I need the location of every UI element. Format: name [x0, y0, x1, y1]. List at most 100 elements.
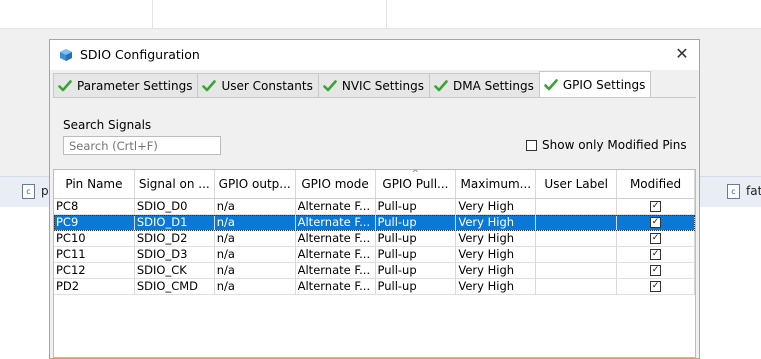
tab-label: DMA Settings [452, 78, 534, 93]
table-row[interactable]: PC8 SDIO_D0 n/a Alternate F... Pull-up V… [54, 199, 695, 215]
background-file-tab[interactable]: c fatfs [727, 183, 761, 199]
modified-checkbox-checked: ✓ [650, 217, 662, 228]
column-header-modified[interactable]: Modified [617, 170, 695, 198]
c-file-icon: c [727, 183, 740, 199]
gpio-settings-panel: Search Signals Show only Modified Pins P… [53, 97, 696, 358]
green-check-icon [434, 79, 448, 91]
green-check-icon [544, 78, 558, 90]
table-row-selected[interactable]: PC9 SDIO_D1 n/a Alternate F... Pull-up V… [54, 215, 695, 231]
cell-gpio-output: n/a [214, 215, 296, 231]
cell-user-label[interactable] [536, 247, 618, 263]
cell-gpio-pull: Pull-up [375, 231, 457, 247]
table-header: Pin Name Signal on ... GPIO outp... GPIO… [54, 170, 695, 199]
cell-modified: ✓ [617, 231, 695, 247]
cell-gpio-mode: Alternate F... [295, 263, 376, 279]
cell-gpio-output: n/a [214, 247, 296, 263]
cell-pin-name: PC8 [54, 199, 135, 215]
cube-icon [60, 49, 72, 61]
cell-gpio-pull: Pull-up [375, 215, 457, 231]
cell-user-label[interactable] [536, 199, 618, 215]
cell-gpio-mode: Alternate F... [295, 199, 376, 215]
cell-signal: SDIO_CK [134, 263, 215, 279]
cell-gpio-pull: Pull-up [375, 247, 457, 263]
tab-gpio-settings[interactable]: GPIO Settings [538, 71, 652, 97]
tab-label: GPIO Settings [562, 77, 646, 92]
cell-maximum: Very High [456, 263, 537, 279]
cell-pin-name: PC9 [54, 215, 135, 231]
modified-checkbox-checked: ✓ [650, 265, 662, 276]
c-file-icon: c [22, 183, 35, 199]
cell-user-label[interactable] [536, 279, 618, 295]
column-header-gpio-pull[interactable]: ^ GPIO Pull... [376, 170, 457, 198]
cell-user-label[interactable] [536, 215, 618, 231]
table-row[interactable]: PC12 SDIO_CK n/a Alternate F... Pull-up … [54, 263, 695, 279]
background-divider [152, 0, 153, 28]
cell-maximum: Very High [456, 279, 537, 295]
cell-maximum: Very High [456, 247, 537, 263]
cell-gpio-mode: Alternate F... [295, 247, 376, 263]
cell-modified: ✓ [617, 279, 695, 295]
cell-maximum: Very High [456, 215, 537, 231]
cell-maximum: Very High [456, 199, 537, 215]
cell-gpio-pull: Pull-up [375, 263, 457, 279]
cell-signal: SDIO_D3 [134, 247, 215, 263]
cell-modified: ✓ [617, 247, 695, 263]
cell-signal: SDIO_D1 [134, 215, 215, 231]
cell-gpio-output: n/a [214, 199, 296, 215]
search-signals-label: Search Signals [63, 118, 152, 132]
show-modified-label: Show only Modified Pins [542, 138, 687, 152]
cell-gpio-output: n/a [214, 279, 296, 295]
tab-label: User Constants [221, 78, 313, 93]
cell-modified: ✓ [617, 263, 695, 279]
column-header-maximum[interactable]: Maximum... [456, 170, 537, 198]
tab-user-constants[interactable]: User Constants [197, 73, 319, 97]
cell-pin-name: PD2 [54, 279, 135, 295]
column-header-pin-name[interactable]: Pin Name [54, 170, 135, 198]
cell-user-label[interactable] [536, 231, 618, 247]
table-row[interactable]: PC10 SDIO_D2 n/a Alternate F... Pull-up … [54, 231, 695, 247]
cell-gpio-output: n/a [214, 263, 296, 279]
column-header-gpio-output[interactable]: GPIO outp... [215, 170, 296, 198]
checkbox-box[interactable] [526, 139, 537, 151]
cell-signal: SDIO_D2 [134, 231, 215, 247]
green-check-icon [323, 79, 337, 91]
cell-gpio-pull: Pull-up [375, 199, 457, 215]
search-signals-input[interactable] [63, 136, 221, 155]
table-row[interactable]: PD2 SDIO_CMD n/a Alternate F... Pull-up … [54, 279, 695, 295]
modified-checkbox-checked: ✓ [650, 281, 662, 292]
cell-user-label[interactable] [536, 263, 618, 279]
background-divider [386, 0, 387, 28]
tab-parameter-settings[interactable]: Parameter Settings [53, 73, 199, 97]
modified-checkbox-checked: ✓ [650, 201, 662, 212]
tab-dma-settings[interactable]: DMA Settings [428, 73, 540, 97]
cell-signal: SDIO_D0 [134, 199, 215, 215]
tab-label: NVIC Settings [341, 78, 424, 93]
gpio-pin-table: Pin Name Signal on ... GPIO outp... GPIO… [53, 169, 696, 358]
column-header-user-label[interactable]: User Label [536, 170, 618, 198]
close-icon[interactable]: ✕ [673, 45, 691, 63]
cell-gpio-mode: Alternate F... [295, 215, 376, 231]
table-row[interactable]: PC11 SDIO_D3 n/a Alternate F... Pull-up … [54, 247, 695, 263]
modified-checkbox-checked: ✓ [650, 233, 662, 244]
cell-modified: ✓ [617, 215, 695, 231]
sort-caret-icon: ^ [411, 170, 419, 179]
dialog-titlebar[interactable]: SDIO Configuration ✕ [50, 40, 699, 70]
show-modified-checkbox[interactable]: Show only Modified Pins [526, 138, 687, 152]
column-header-gpio-pull-label: GPIO Pull... [382, 177, 449, 191]
column-header-signal[interactable]: Signal on ... [135, 170, 215, 198]
cell-gpio-output: n/a [214, 231, 296, 247]
background-editor-area [0, 0, 761, 29]
cell-gpio-mode: Alternate F... [295, 279, 376, 295]
sdio-configuration-dialog: SDIO Configuration ✕ Parameter Settings … [49, 39, 700, 359]
green-check-icon [58, 79, 72, 91]
tab-nvic-settings[interactable]: NVIC Settings [317, 73, 430, 97]
cell-gpio-pull: Pull-up [375, 279, 457, 295]
cell-maximum: Very High [456, 231, 537, 247]
tab-label: Parameter Settings [77, 78, 193, 93]
tab-bar: Parameter Settings User Constants NVIC S… [53, 71, 652, 97]
column-header-gpio-mode[interactable]: GPIO mode [296, 170, 376, 198]
cell-pin-name: PC10 [54, 231, 135, 247]
cell-pin-name: PC12 [54, 263, 135, 279]
dialog-title: SDIO Configuration [80, 47, 200, 62]
cell-signal: SDIO_CMD [134, 279, 215, 295]
